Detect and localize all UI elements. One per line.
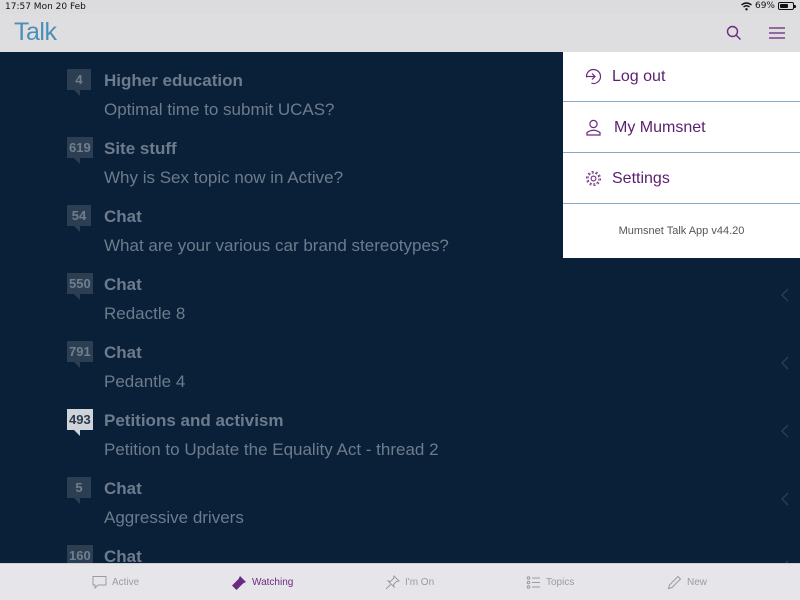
wifi-icon (741, 1, 752, 10)
thread-title: Redactle 8 (104, 304, 186, 323)
menu-item-label: Log out (612, 68, 666, 85)
post-count-badge: 54 (67, 205, 91, 232)
log-out-button[interactable]: Log out (563, 52, 800, 102)
app-version: Mumsnet Talk App v44.20 (618, 225, 745, 237)
thread-topic: Site stuff (104, 139, 177, 158)
chevron-left-icon[interactable] (780, 492, 790, 506)
search-icon[interactable] (725, 24, 743, 42)
tab-new[interactable]: New (667, 564, 707, 600)
pin-icon (385, 575, 400, 590)
thread-title: Aggressive drivers (104, 508, 244, 527)
status-time: 17:57 Mon 20 Feb (5, 2, 86, 12)
thread-title: Why is Sex topic now in Active? (104, 168, 344, 187)
gear-icon (586, 171, 601, 186)
tab-label: Topics (546, 577, 575, 588)
thread-title: Optimal time to submit UCAS? (104, 100, 335, 119)
tab-label: Watching (252, 577, 294, 588)
speech-bubble-icon (92, 576, 107, 590)
post-count-badge: 493 (67, 409, 93, 436)
person-icon (586, 119, 601, 136)
thread-row[interactable]: 5 Chat Aggressive drivers (0, 460, 800, 528)
tab-active[interactable]: Active (92, 564, 139, 600)
thread-topic: Petitions and activism (104, 411, 284, 430)
my-mumsnet-button[interactable]: My Mumsnet (563, 103, 800, 153)
settings-button[interactable]: Settings (563, 154, 800, 204)
battery-icon (778, 2, 796, 10)
thread-row[interactable]: 493 Petitions and activism Petition to U… (0, 392, 800, 460)
thread-title: Petition to Update the Equality Act - th… (104, 440, 439, 459)
list-icon (526, 576, 540, 589)
account-menu: Log out My Mumsnet Settings Mumsnet Talk… (563, 52, 800, 258)
thread-topic: Chat (104, 275, 142, 294)
thread-topic: Chat (104, 207, 142, 226)
battery-fill (780, 4, 789, 8)
pencil-icon (667, 575, 682, 590)
tab-label: I'm On (405, 577, 435, 588)
menu-item-label: Settings (612, 170, 670, 187)
chevron-left-icon[interactable] (780, 356, 790, 370)
post-count-badge: 4 (67, 69, 91, 96)
tab-label: New (687, 577, 708, 588)
tab-label: Active (112, 577, 140, 588)
battery-percent: 69% (754, 1, 775, 11)
tab-topics[interactable]: Topics (526, 564, 574, 600)
log-out-icon (585, 68, 602, 85)
talk-logo[interactable]: Talk (14, 18, 57, 47)
thread-topic: Higher education (104, 71, 243, 90)
hamburger-menu-icon[interactable] (768, 24, 786, 42)
thread-topic: Chat (104, 479, 142, 498)
thread-row[interactable]: 791 Chat Pedantle 4 (0, 324, 800, 392)
thread-title: What are your various car brand stereoty… (104, 236, 449, 255)
thread-topic: Chat (104, 343, 142, 362)
thread-row[interactable]: 160 Chat (0, 528, 800, 563)
post-count-badge: 550 (67, 273, 93, 300)
bottom-tab-bar: Active Watching I'm On Topics New (0, 563, 800, 600)
thread-title: Pedantle 4 (104, 372, 186, 391)
post-count-badge: 619 (67, 137, 93, 164)
post-count-badge: 5 (67, 477, 91, 504)
menu-item-label: My Mumsnet (614, 119, 706, 136)
chevron-left-icon[interactable] (780, 424, 790, 438)
tab-im-on[interactable]: I'm On (385, 564, 434, 600)
tab-watching[interactable]: Watching (232, 564, 293, 600)
app-header: Talk (0, 14, 800, 52)
thread-row[interactable]: 550 Chat Redactle 8 (0, 256, 800, 324)
app-window: 17:57 Mon 20 Feb 69% Talk 4 Higher educa… (0, 0, 800, 600)
thread-topic: Chat (104, 547, 142, 563)
post-count-badge: 160 (67, 545, 93, 563)
status-indicators: 69% (741, 1, 796, 11)
chevron-left-icon[interactable] (780, 288, 790, 302)
status-bar: 17:57 Mon 20 Feb 69% (0, 0, 800, 14)
post-count-badge: 791 (67, 341, 93, 368)
flashlight-icon (232, 576, 246, 590)
